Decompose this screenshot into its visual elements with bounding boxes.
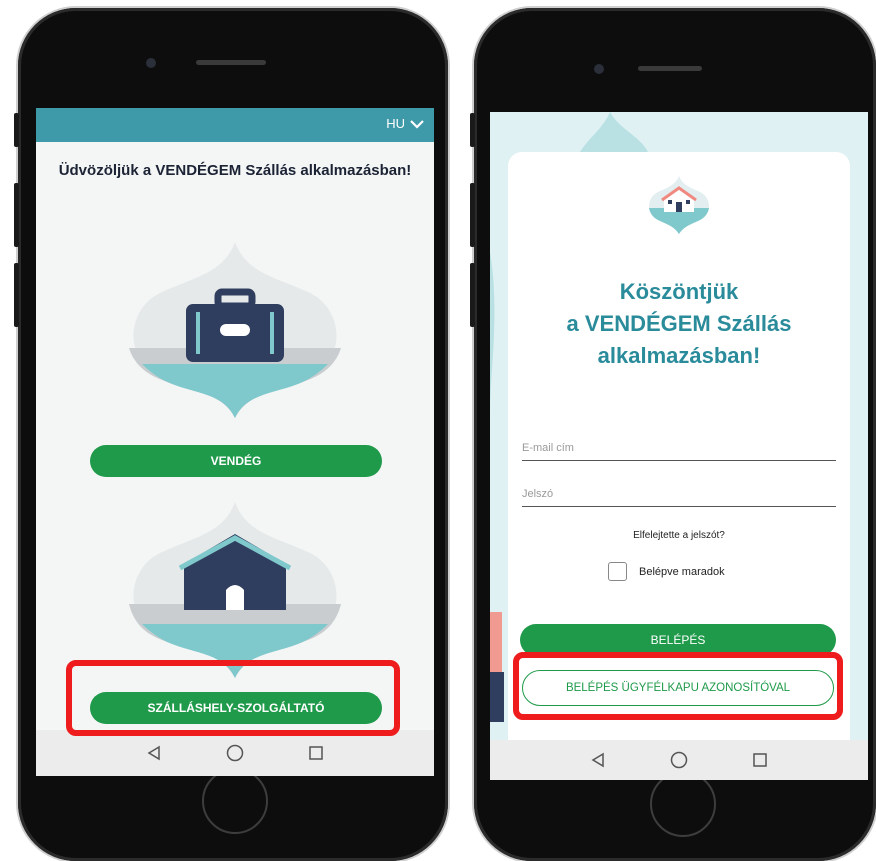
home-icon[interactable] <box>226 744 244 762</box>
home-icon[interactable] <box>670 751 688 769</box>
side-button <box>470 263 475 327</box>
top-bar: HU <box>36 108 434 142</box>
android-navbar <box>490 740 868 780</box>
welcome-title-line1: Köszöntjük <box>619 279 739 304</box>
language-label: HU <box>386 116 405 131</box>
welcome-heading: Üdvözöljük a VENDÉGEM Szállás alkalmazás… <box>58 162 412 179</box>
back-icon[interactable] <box>590 752 606 768</box>
remember-me-label: Belépve maradok <box>639 565 725 578</box>
guest-button-label: VENDÉG <box>210 454 262 468</box>
side-button <box>470 113 475 147</box>
forgot-password-link[interactable]: Elfelejtette a jelszót? <box>508 530 850 541</box>
password-field[interactable] <box>522 482 836 507</box>
side-button <box>14 183 19 247</box>
home-button[interactable] <box>650 771 716 837</box>
speaker <box>638 66 702 71</box>
remember-me-checkbox[interactable] <box>608 562 627 581</box>
login-button-label: BELÉPÉS <box>650 633 706 647</box>
recents-icon[interactable] <box>308 745 324 761</box>
camera <box>146 58 156 68</box>
side-button <box>470 183 475 247</box>
welcome-title-line3: alkalmazásban! <box>597 343 761 368</box>
side-button <box>14 263 19 327</box>
side-button <box>14 113 19 147</box>
highlight-box-ugyfelkapu <box>513 652 843 720</box>
email-field[interactable] <box>522 436 836 461</box>
guest-button[interactable]: VENDÉG <box>90 445 382 477</box>
suitcase-illustration <box>129 242 341 418</box>
speaker <box>196 60 266 65</box>
house-illustration <box>129 502 341 678</box>
welcome-title-line2: a VENDÉGEM Szállás <box>566 311 792 336</box>
android-navbar <box>36 730 434 776</box>
back-icon[interactable] <box>146 745 162 761</box>
camera <box>594 64 604 74</box>
password-input[interactable] <box>522 488 836 500</box>
recents-icon[interactable] <box>752 752 768 768</box>
house-logo-icon <box>649 176 709 234</box>
right-phone-frame: Köszöntjük a VENDÉGEM Szállás alkalmazás… <box>470 8 876 861</box>
highlight-box-host <box>66 660 400 736</box>
chevron-down-icon <box>410 119 424 129</box>
home-button[interactable] <box>202 768 268 834</box>
remember-me[interactable]: Belépve maradok <box>608 562 725 581</box>
welcome-title: Köszöntjük a VENDÉGEM Szállás alkalmazás… <box>508 276 850 372</box>
email-input[interactable] <box>522 442 836 454</box>
language-selector[interactable]: HU <box>386 116 424 131</box>
